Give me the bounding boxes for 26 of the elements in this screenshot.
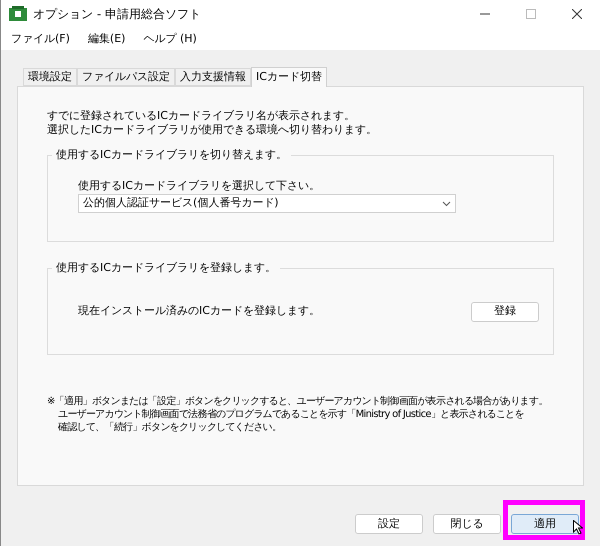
group-title: 使用するICカードライブラリを登録します。 [55, 260, 277, 276]
dialog-button[interactable]: 閉じる [433, 514, 501, 534]
menu-item[interactable]: 編集(E) [88, 30, 126, 48]
register-button[interactable]: 登録 [471, 302, 539, 322]
tab[interactable]: 環境設定 [23, 68, 77, 86]
field-label: 現在インストール済みのICカードを登録します。 [78, 303, 320, 320]
menu-item[interactable]: ファイル(F) [11, 30, 70, 48]
menu-item[interactable]: ヘルプ (H) [143, 30, 197, 48]
tab[interactable]: 入力支援情報 [175, 68, 251, 86]
notice-text: 確認して、「続行」ボタンをクリックしてください。 [57, 421, 282, 434]
mouse-cursor-icon [573, 520, 583, 535]
notice-text: ※「適用」ボタンまたは「設定」ボタンをクリックすると、ユーザーアカウント制御画面が表示される場合があります。 [47, 395, 549, 408]
tab[interactable]: ICカード切替 [251, 67, 327, 87]
field-label: 使用するICカードライブラリを選択して下さい。 [78, 178, 321, 194]
app-logo-icon [9, 6, 27, 22]
tab[interactable]: ファイルパス設定 [77, 68, 175, 86]
library-dropdown[interactable]: 公的個人認証サービス(個人番号カード) [78, 194, 456, 213]
dialog-button[interactable]: 適用 [511, 514, 579, 534]
group-title: 使用するICカードライブラリを切り替えます。 [55, 147, 288, 163]
close-icon[interactable] [572, 9, 582, 19]
notice-text: ユーザーアカウント制御画面で法務省のプログラムであることを示す「Ministry of Justice」と表示されることを [57, 408, 525, 421]
window-title: オプション - 申請用総合ソフト [33, 6, 201, 23]
description-text: 選択したICカードライブラリが使用できる環境へ切り替わります。 [47, 123, 378, 137]
dialog-button[interactable]: 設定 [355, 514, 423, 534]
description-text: すでに登録されているICカードライブラリ名が表示されます。 [47, 109, 356, 123]
chevron-down-icon [442, 200, 451, 206]
